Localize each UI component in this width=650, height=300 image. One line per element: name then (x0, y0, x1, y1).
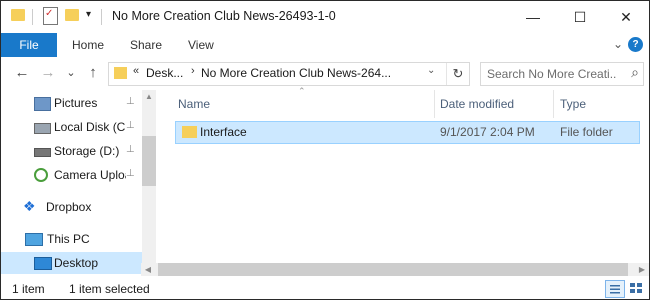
ribbon: File Home Share View ⌄ ? (1, 33, 649, 58)
close-button[interactable]: ✕ (603, 1, 649, 33)
sort-ascending-icon: ⌃ (298, 86, 306, 96)
large-icons-view-icon (630, 283, 642, 293)
nav-item-label: Storage (D:) (54, 144, 120, 158)
navigation-bar: ← → ⌄ ↑ « Desk... › No More Creation Clu… (1, 57, 649, 90)
nav-item-local-disk[interactable]: Local Disk (C:) ⊥ (1, 116, 142, 138)
drive-icon (34, 148, 51, 157)
computer-icon (25, 233, 43, 246)
pin-icon: ⊥ (126, 96, 135, 107)
large-icons-view-button[interactable] (627, 280, 645, 296)
nav-item-label: Local Disk (C:) (54, 120, 126, 134)
status-bar: 1 item 1 item selected (1, 277, 649, 299)
customize-quick-access-icon[interactable]: ▾ (86, 9, 91, 20)
properties-icon[interactable]: ✓ (43, 7, 58, 25)
divider (101, 9, 102, 25)
tab-share[interactable]: Share (130, 33, 162, 57)
refresh-button[interactable]: ↻ (446, 63, 469, 85)
column-header-date-modified[interactable]: Date modified (440, 90, 514, 118)
scroll-left-arrow-icon[interactable]: ◀ (141, 263, 155, 276)
folder-icon (114, 67, 127, 79)
nav-item-pictures[interactable]: Pictures ⊥ (1, 92, 142, 114)
forward-button[interactable]: → (38, 63, 58, 83)
nav-item-label: This PC (47, 232, 90, 246)
new-folder-icon[interactable] (65, 9, 79, 21)
nav-item-desktop[interactable]: Desktop (1, 252, 142, 274)
minimize-button[interactable]: — (510, 1, 556, 33)
pictures-icon (34, 97, 51, 111)
window-title: No More Creation Club News-26493-1-0 (112, 9, 336, 23)
title-bar: ✓ ▾ No More Creation Club News-26493-1-0… (1, 1, 649, 33)
drive-icon (34, 123, 51, 134)
breadcrumb-separator[interactable]: › (191, 65, 195, 77)
file-date-modified: 9/1/2017 2:04 PM (440, 125, 535, 139)
address-dropdown-icon[interactable]: ⌄ (427, 65, 435, 76)
folder-icon (182, 126, 197, 138)
explorer-window: ✓ ▾ No More Creation Club News-26493-1-0… (0, 0, 650, 300)
back-button[interactable]: ← (12, 63, 32, 83)
breadcrumb-desktop[interactable]: Desk... (146, 66, 183, 80)
camera-icon (34, 168, 48, 182)
search-box[interactable]: Search No More Creati... ⌕ (480, 62, 644, 86)
file-list-horizontal-scrollbar[interactable]: ◀ ▶ (141, 263, 649, 276)
navigation-pane: Pictures ⊥ Local Disk (C:) ⊥ Storage (D:… (1, 90, 156, 276)
nav-item-this-pc[interactable]: This PC (1, 228, 142, 250)
column-divider[interactable] (553, 90, 554, 118)
column-header-name[interactable]: Name (178, 90, 210, 118)
help-icon[interactable]: ? (628, 37, 643, 52)
pin-icon: ⊥ (126, 120, 135, 131)
search-input[interactable]: Search No More Creati... (487, 67, 617, 81)
scroll-up-arrow-icon[interactable]: ▲ (142, 90, 156, 104)
up-button[interactable]: ↑ (83, 63, 103, 83)
nav-item-camera-uploads[interactable]: Camera Uploads ⊥ (1, 164, 142, 186)
nav-item-label: Desktop (54, 256, 99, 270)
nav-item-storage[interactable]: Storage (D:) ⊥ (1, 140, 142, 162)
file-name: Interface (200, 125, 247, 139)
item-count: 1 item (12, 282, 45, 296)
file-type: File folder (560, 125, 613, 139)
pin-icon: ⊥ (126, 168, 135, 179)
breadcrumb-current-folder[interactable]: No More Creation Club News-264... (201, 66, 391, 80)
file-row[interactable]: Interface 9/1/2017 2:04 PM File folder (175, 121, 640, 144)
address-bar[interactable]: « Desk... › No More Creation Club News-2… (108, 62, 470, 86)
nav-item-dropbox[interactable]: ❖ Dropbox (1, 196, 142, 218)
tab-view[interactable]: View (188, 33, 214, 57)
recent-locations-button[interactable]: ⌄ (61, 63, 81, 83)
search-icon: ⌕ (631, 64, 639, 80)
dropbox-icon: ❖ (23, 198, 36, 214)
tab-file[interactable]: File (1, 33, 57, 57)
tab-home[interactable]: Home (72, 33, 104, 57)
maximize-button[interactable]: ☐ (557, 1, 603, 33)
details-view-button[interactable] (605, 280, 625, 298)
column-divider[interactable] (434, 90, 435, 118)
file-list: ⌃ Name Date modified Type Interface 9/1/… (164, 86, 649, 276)
nav-item-label: Camera Uploads (54, 168, 126, 182)
expand-ribbon-icon[interactable]: ⌄ (613, 37, 623, 51)
nav-item-label: Pictures (54, 96, 98, 110)
breadcrumb-overflow[interactable]: « (133, 65, 139, 77)
nav-item-label: Dropbox (46, 200, 92, 214)
scrollbar-thumb[interactable] (142, 136, 156, 186)
details-view-icon (610, 285, 620, 294)
folder-icon (11, 9, 25, 21)
desktop-icon (34, 257, 52, 270)
selected-count: 1 item selected (69, 282, 150, 296)
scrollbar-thumb[interactable] (158, 263, 628, 276)
divider (32, 9, 33, 25)
pin-icon: ⊥ (126, 144, 135, 155)
column-header-type[interactable]: Type (560, 90, 586, 118)
navigation-pane-scrollbar[interactable]: ▲ ▼ (142, 90, 156, 276)
scroll-right-arrow-icon[interactable]: ▶ (635, 263, 649, 276)
